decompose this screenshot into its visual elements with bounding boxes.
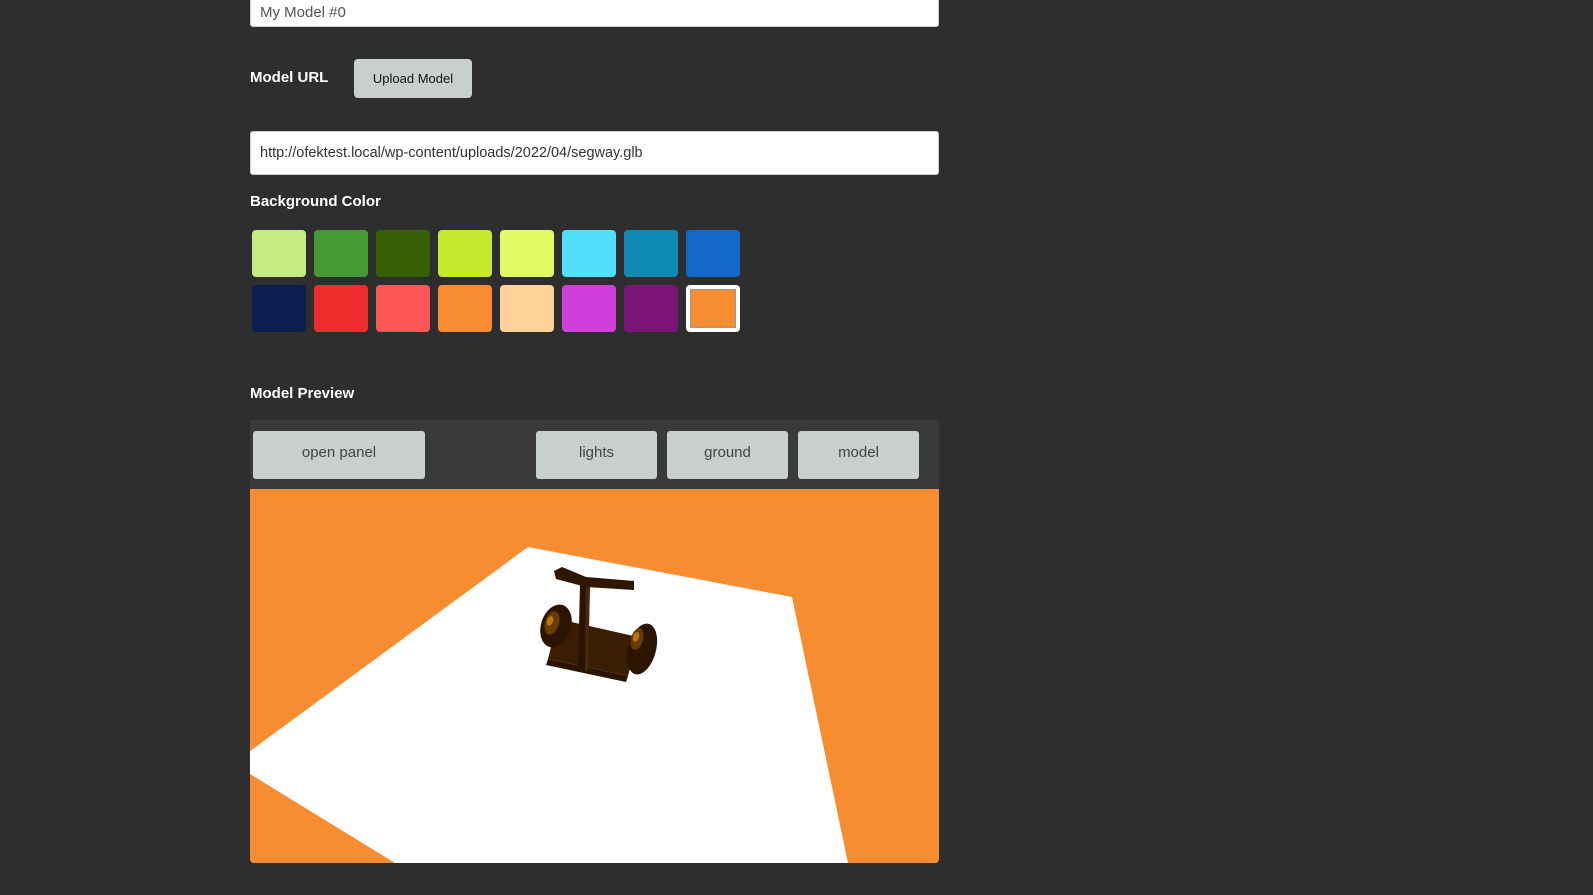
3d-viewport[interactable] [250,489,939,863]
color-swatch[interactable] [686,230,740,277]
model-name-input[interactable] [250,0,939,27]
ground-button[interactable]: ground [667,431,788,479]
viewport-scene [250,489,939,863]
preview-toolbar: open panel lights ground model [250,420,939,489]
color-swatch[interactable] [562,285,616,332]
color-swatch[interactable] [252,230,306,277]
lights-button[interactable]: lights [536,431,657,479]
model-preview: open panel lights ground model [250,420,939,863]
color-swatch[interactable] [624,230,678,277]
model-url-label: Model URL [250,69,329,86]
color-swatch[interactable] [376,230,430,277]
model-button[interactable]: model [798,431,919,479]
color-swatch[interactable] [314,285,368,332]
upload-model-button[interactable]: Upload Model [354,59,472,98]
color-swatch[interactable] [500,230,554,277]
color-swatch[interactable] [252,285,306,332]
custom-color-swatch[interactable] [686,285,740,332]
color-swatch[interactable] [376,285,430,332]
model-preview-label: Model Preview [250,385,355,402]
color-swatch[interactable] [500,285,554,332]
model-url-input[interactable] [250,131,939,175]
color-swatch[interactable] [562,230,616,277]
background-color-label: Background Color [250,193,381,210]
color-swatch[interactable] [438,285,492,332]
open-panel-button[interactable]: open panel [253,431,425,479]
model-settings-page: Model URL Upload Model Background Color … [0,0,1593,895]
color-swatch[interactable] [314,230,368,277]
color-swatch[interactable] [624,285,678,332]
color-swatch[interactable] [438,230,492,277]
background-color-swatches [250,230,752,332]
